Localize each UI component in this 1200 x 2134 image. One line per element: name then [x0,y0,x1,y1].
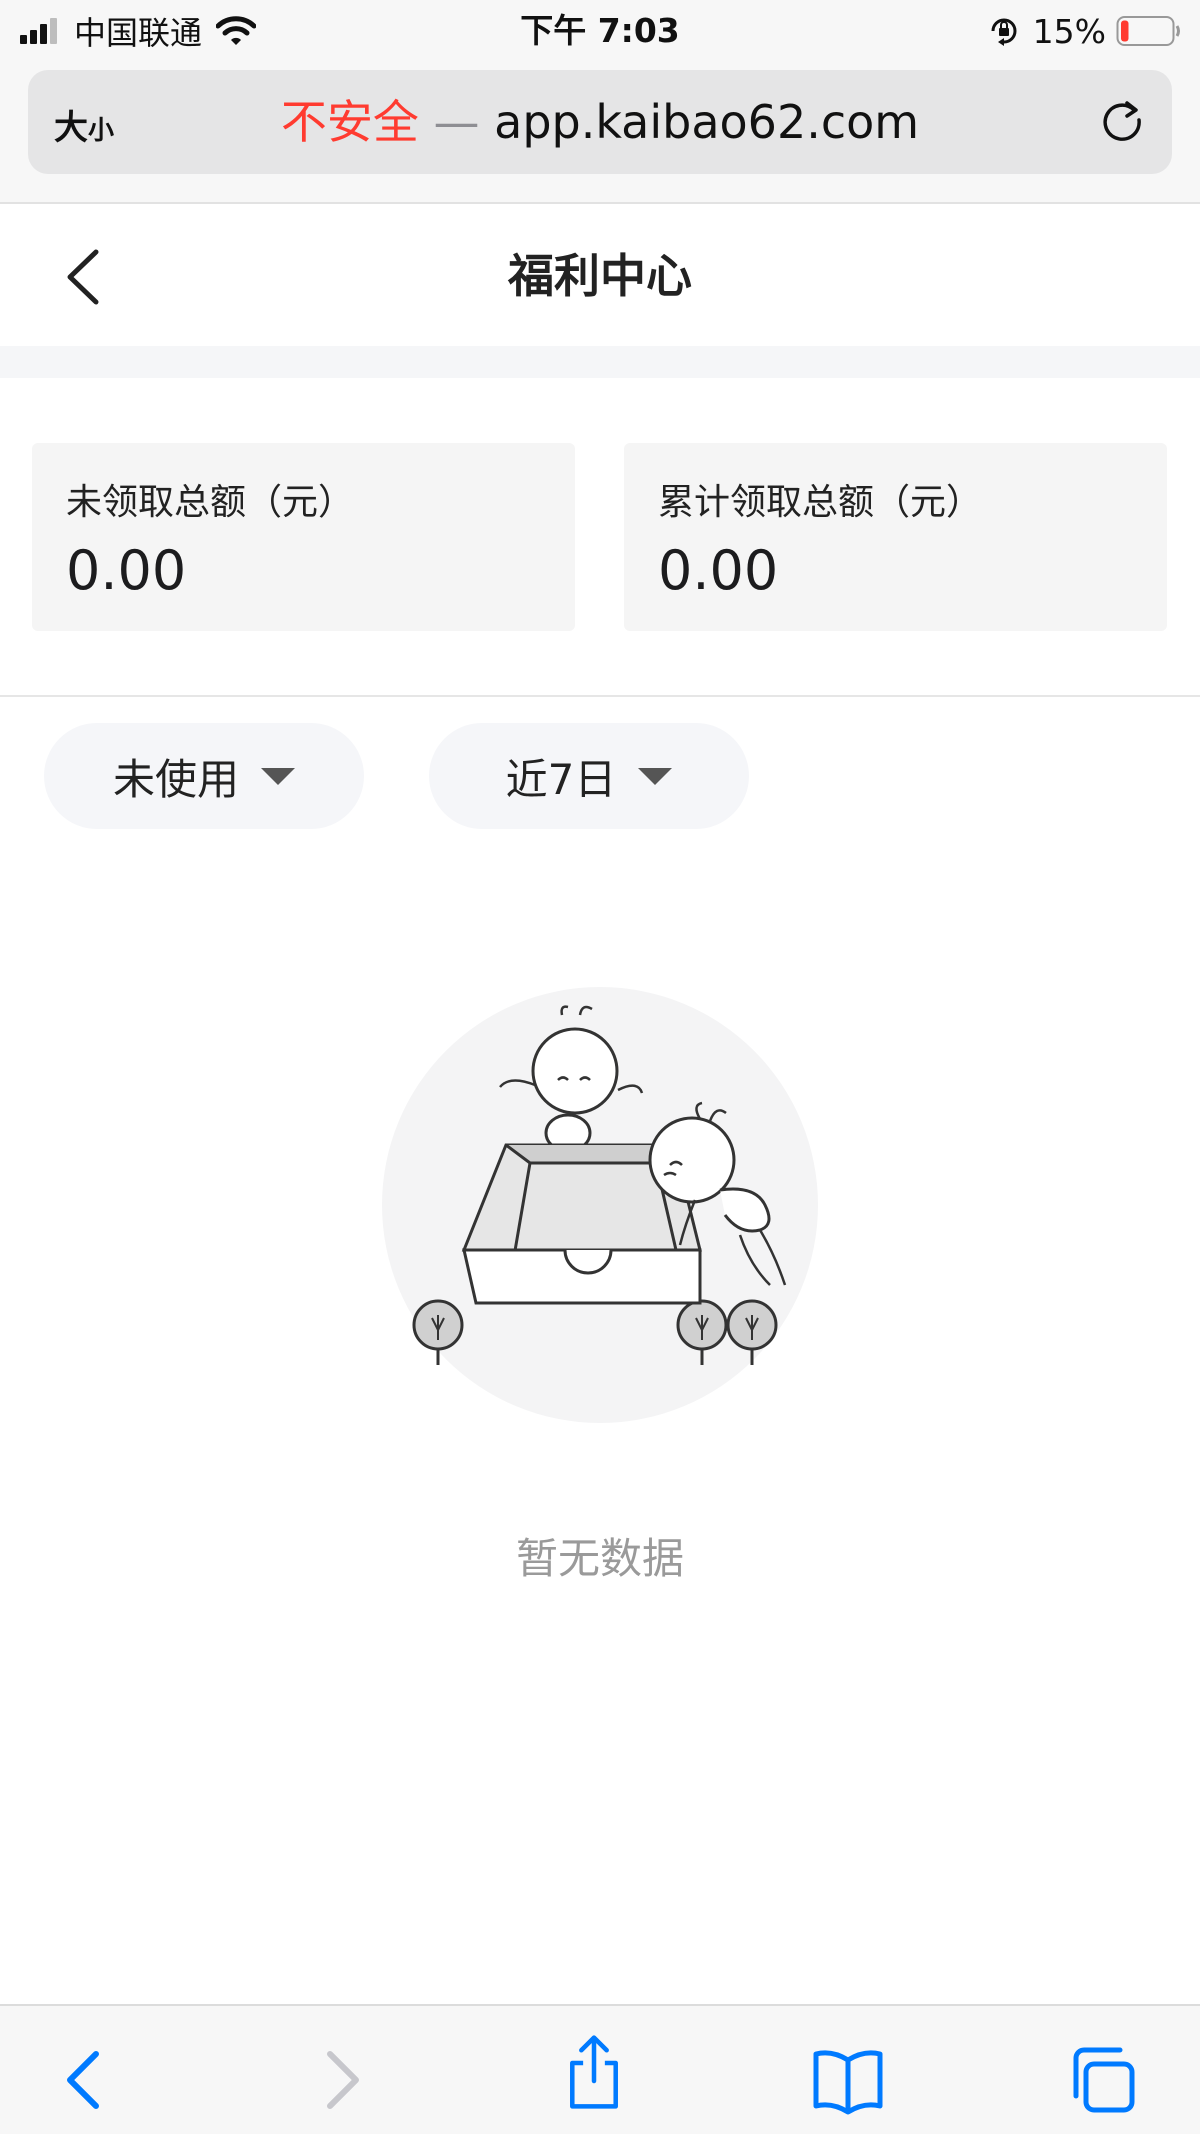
forward-icon[interactable] [304,2042,380,2118]
orientation-lock-icon [991,18,1017,46]
back-icon[interactable] [46,2042,122,2118]
date-range-dropdown[interactable]: 近7日 [429,723,749,829]
share-icon[interactable] [556,2034,632,2110]
status-filter-dropdown[interactable]: 未使用 [44,723,364,829]
bookmarks-icon[interactable] [810,2042,886,2118]
unclaimed-total-card: 未领取总额（元） 0.00 [32,443,575,631]
empty-state-text: 暂无数据 [515,1534,684,1583]
claimed-total-value: 0.00 [658,539,779,602]
claimed-total-label: 累计领取总额（元） [658,482,983,523]
url-display[interactable]: 不安全 — app.kaibao62.com [28,70,1172,174]
empty-box-illustration [382,987,818,1423]
unclaimed-total-label: 未领取总额（元） [66,482,355,523]
battery-percent: 15% [1032,11,1106,51]
reload-icon[interactable] [1098,98,1148,148]
url-field[interactable]: 大小 不安全 — app.kaibao62.com [28,70,1172,174]
browser-toolbar [0,2004,1200,2134]
browser-address-bar: 大小 不安全 — app.kaibao62.com [0,62,1200,204]
page-title: 福利中心 [508,249,692,303]
claimed-total-card: 累计领取总额（元） 0.00 [624,443,1167,631]
security-warning: 不安全 [280,95,419,149]
unclaimed-total-value: 0.00 [66,539,187,602]
section-gap [0,346,1200,378]
divider [0,695,1200,697]
caret-down-icon [638,767,673,785]
url-domain: app.kaibao62.com [494,95,920,149]
status-filter-label: 未使用 [112,754,239,804]
tabs-icon[interactable] [1064,2042,1140,2118]
date-range-label: 近7日 [505,754,617,804]
page-header: 福利中心 [0,206,1200,346]
url-separator: — [433,95,480,149]
status-bar: 中国联通 下午 7:03 15% [0,0,1200,62]
caret-down-icon [261,767,295,785]
battery-icon [1116,16,1180,46]
